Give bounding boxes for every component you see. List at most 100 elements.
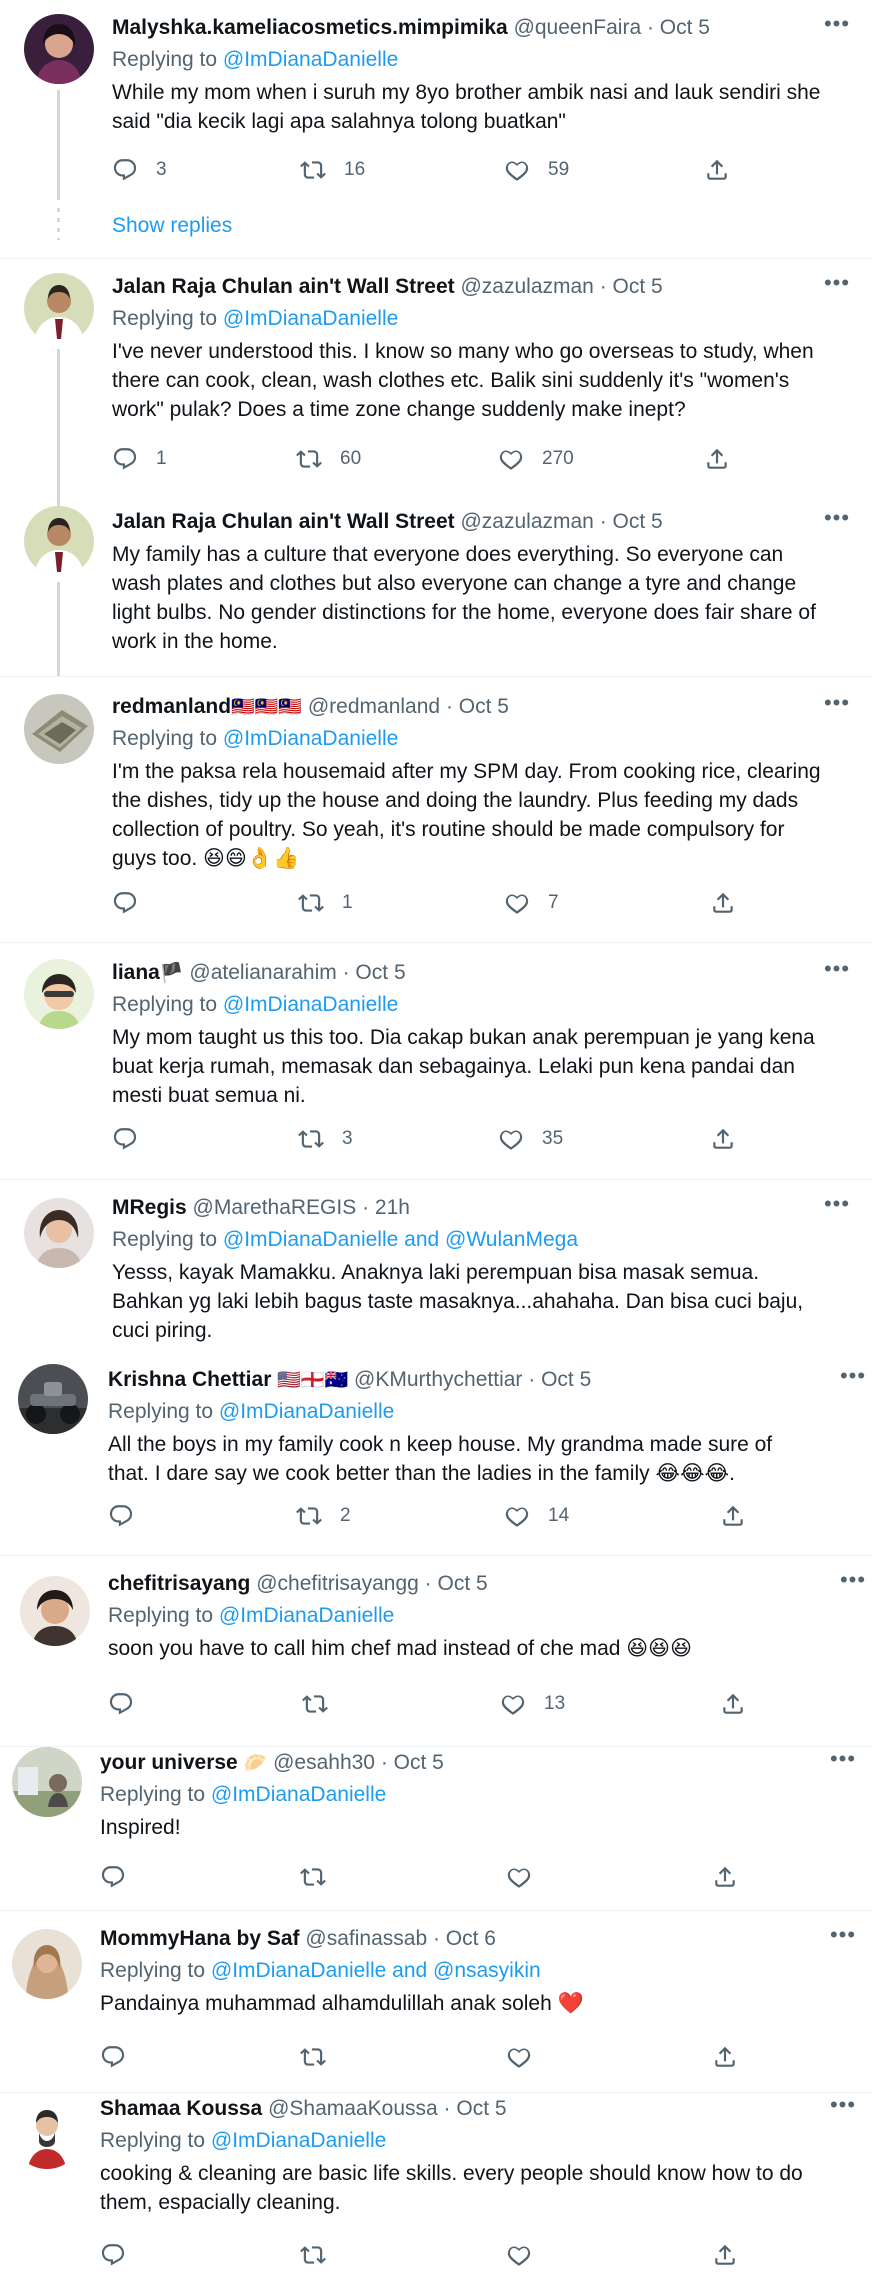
more-icon[interactable]: •••	[822, 272, 852, 301]
avatar[interactable]	[12, 1747, 82, 1817]
share-button[interactable]	[720, 1688, 746, 1720]
share-button[interactable]	[712, 2041, 738, 2073]
reply-button[interactable]	[100, 2041, 144, 2073]
like-button[interactable]	[506, 1861, 550, 1893]
retweet-button[interactable]: 3	[298, 1123, 353, 1155]
like-button[interactable]: 14	[504, 1500, 569, 1532]
like-button[interactable]: 13	[500, 1688, 565, 1720]
more-icon[interactable]: •••	[822, 1193, 852, 1222]
mention-link[interactable]: @ImDianaDanielle	[223, 307, 398, 330]
retweet-button[interactable]: 60	[296, 443, 361, 475]
reply-button[interactable]	[112, 887, 156, 919]
timestamp[interactable]: · Oct 5	[528, 1368, 591, 1391]
tweet-3[interactable]: Jalan Raja Chulan ain't Wall Street @zaz…	[0, 504, 872, 676]
show-replies-link[interactable]: Show replies	[112, 212, 232, 240]
mention-link[interactable]: @ImDianaDanielle	[223, 48, 398, 71]
handle[interactable]: @redmanland	[308, 695, 440, 718]
timestamp[interactable]: · Oct 6	[433, 1927, 496, 1950]
reply-button[interactable]	[100, 1861, 144, 1893]
retweet-button[interactable]	[300, 1861, 344, 1893]
avatar[interactable]	[12, 1929, 82, 1999]
tweet-5[interactable]: liana🏴 @atelianarahim · Oct 5 ••• Replyi…	[0, 943, 872, 1179]
tweet-11[interactable]: Shamaa Koussa @ShamaaKoussa · Oct 5 ••• …	[0, 2093, 872, 2280]
timestamp[interactable]: · Oct 5	[600, 275, 663, 298]
reply-button[interactable]	[100, 2239, 144, 2271]
mention-link[interactable]: @ImDianaDanielle	[223, 727, 398, 750]
more-icon[interactable]: •••	[822, 507, 852, 536]
share-button[interactable]	[704, 154, 730, 186]
timestamp[interactable]: · 21h	[362, 1196, 410, 1219]
handle[interactable]: @chefitrisayangg	[256, 1572, 419, 1595]
more-icon[interactable]: •••	[822, 692, 852, 721]
timestamp[interactable]: · Oct 5	[446, 695, 509, 718]
avatar[interactable]	[24, 14, 94, 84]
display-name[interactable]: redmanland	[112, 695, 231, 718]
tweet-4[interactable]: redmanland🇲🇾🇲🇾🇲🇾 @redmanland · Oct 5 •••…	[0, 677, 872, 942]
handle[interactable]: @safinassab	[305, 1927, 427, 1950]
handle[interactable]: @KMurthychettiar	[354, 1368, 522, 1391]
like-button[interactable]: 59	[504, 154, 569, 186]
like-button[interactable]	[506, 2239, 550, 2271]
more-icon[interactable]: •••	[828, 1748, 858, 1777]
timestamp[interactable]: · Oct 5	[600, 510, 663, 533]
mention-link[interactable]: @ImDianaDanielle	[219, 1604, 394, 1627]
handle[interactable]: @zazulazman	[460, 510, 593, 533]
handle[interactable]: @MarethaREGIS	[193, 1196, 357, 1219]
like-button[interactable]: 35	[498, 1123, 563, 1155]
handle[interactable]: @atelianarahim	[189, 961, 336, 984]
like-button[interactable]: 270	[498, 443, 574, 475]
timestamp[interactable]: · Oct 5	[425, 1572, 488, 1595]
handle[interactable]: @queenFaira	[514, 16, 642, 39]
timestamp[interactable]: · Oct 5	[444, 2097, 507, 2120]
timestamp[interactable]: · Oct 5	[343, 961, 406, 984]
share-button[interactable]	[710, 1123, 736, 1155]
handle[interactable]: @ShamaaKoussa	[268, 2097, 438, 2120]
retweet-button[interactable]: 2	[296, 1500, 351, 1532]
handle[interactable]: @zazulazman	[460, 275, 593, 298]
display-name[interactable]: Jalan Raja Chulan ain't Wall Street	[112, 275, 455, 298]
timestamp[interactable]: · Oct 5	[381, 1751, 444, 1774]
mention-link[interactable]: @ImDianaDanielle and @WulanMega	[223, 1228, 578, 1251]
more-icon[interactable]: •••	[828, 1924, 858, 1953]
share-button[interactable]	[720, 1500, 746, 1532]
share-button[interactable]	[712, 1861, 738, 1893]
avatar[interactable]	[24, 273, 94, 343]
retweet-button[interactable]: 16	[300, 154, 365, 186]
display-name[interactable]: your universe	[100, 1751, 238, 1774]
handle[interactable]: @esahh30	[273, 1751, 375, 1774]
avatar[interactable]	[12, 2099, 82, 2169]
retweet-button[interactable]	[300, 2041, 344, 2073]
tweet-1[interactable]: Malyshka.kameliacosmetics.mimpimika @que…	[0, 0, 872, 258]
display-name[interactable]: MommyHana by Saf	[100, 1927, 300, 1950]
tweet-6[interactable]: MRegis @MarethaREGIS · 21h ••• Replying …	[0, 1180, 872, 1348]
display-name[interactable]: Jalan Raja Chulan ain't Wall Street	[112, 510, 455, 533]
avatar[interactable]	[24, 506, 94, 576]
display-name[interactable]: MRegis	[112, 1196, 187, 1219]
mention-link[interactable]: @ImDianaDanielle	[219, 1400, 394, 1423]
share-button[interactable]	[704, 443, 730, 475]
avatar[interactable]	[18, 1364, 88, 1434]
more-icon[interactable]: •••	[838, 1365, 868, 1394]
mention-link[interactable]: @ImDianaDanielle	[211, 1783, 386, 1806]
avatar[interactable]	[24, 959, 94, 1029]
tweet-7[interactable]: Krishna Chettiar 🇺🇸🏴󠁧󠁢󠁥󠁮󠁧󠁿🇦🇺 @KMurthyche…	[0, 1350, 872, 1553]
display-name[interactable]: chefitrisayang	[108, 1572, 250, 1595]
share-button[interactable]	[710, 887, 736, 919]
reply-button[interactable]: 1	[112, 443, 167, 475]
display-name[interactable]: Krishna Chettiar	[108, 1368, 271, 1391]
mention-link[interactable]: @ImDianaDanielle	[211, 2129, 386, 2152]
avatar[interactable]	[24, 694, 94, 764]
display-name[interactable]: Malyshka.kameliacosmetics.mimpimika	[112, 16, 508, 39]
avatar[interactable]	[20, 1576, 90, 1646]
share-button[interactable]	[712, 2239, 738, 2271]
tweet-10[interactable]: MommyHana by Saf @safinassab · Oct 6 •••…	[0, 1911, 872, 2092]
more-icon[interactable]: •••	[838, 1569, 868, 1598]
retweet-button[interactable]	[300, 2239, 344, 2271]
more-icon[interactable]: •••	[822, 13, 852, 42]
mention-link[interactable]: @ImDianaDanielle	[223, 993, 398, 1016]
reply-button[interactable]	[108, 1688, 152, 1720]
tweet-9[interactable]: your universe 🥟 @esahh30 · Oct 5 ••• Rep…	[0, 1747, 872, 1910]
display-name[interactable]: Shamaa Koussa	[100, 2097, 262, 2120]
mention-link[interactable]: @ImDianaDanielle and @nsasyikin	[211, 1959, 541, 1982]
retweet-button[interactable]	[302, 1688, 346, 1720]
